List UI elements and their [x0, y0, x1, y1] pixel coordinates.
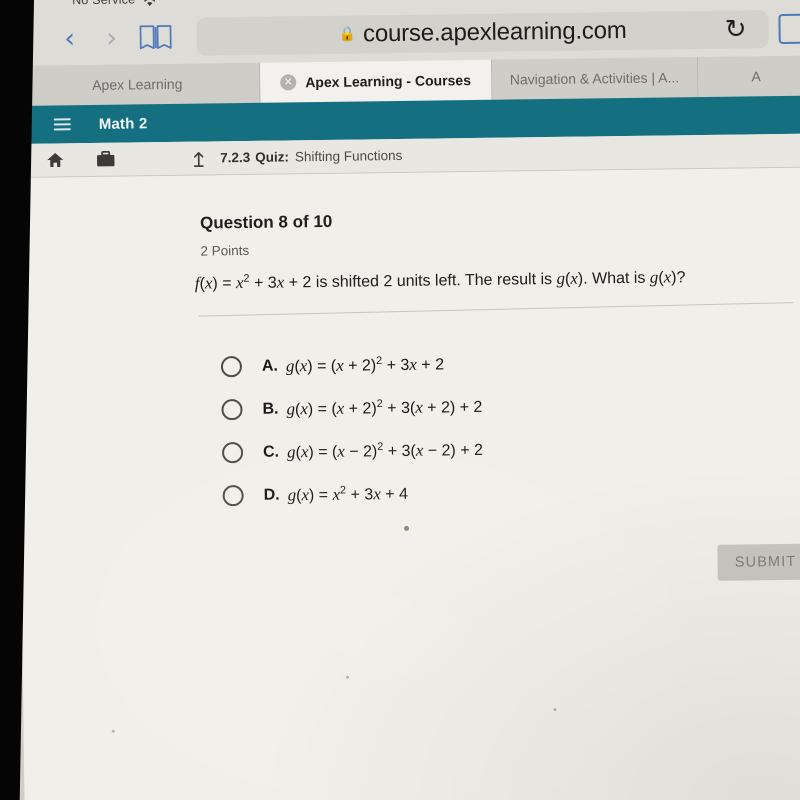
question-prompt: f(x) = x2 + 3x + 2 is shifted 2 units le…: [194, 267, 686, 293]
dust-speck: [111, 729, 115, 733]
choice-letter: A.: [261, 357, 279, 375]
choice-letter: D.: [263, 486, 280, 504]
back-button[interactable]: ‹: [48, 23, 90, 54]
browser-tab-3[interactable]: A: [697, 55, 800, 98]
answer-choice-list: A. g(x) = (x + 2)2 + 3x + 2 B. g(x) = (x…: [19, 337, 800, 519]
breadcrumb-number: 7.2.3: [220, 149, 251, 166]
dust-speck: [553, 707, 557, 712]
submit-button[interactable]: SUBMIT: [717, 543, 800, 581]
photographed-screen: No Service ‹ › 🔒: [0, 0, 800, 800]
tab-label: A: [751, 68, 761, 85]
choice-text: g(x) = x2 + 3x + 4: [287, 483, 409, 504]
reload-icon[interactable]: ↻: [725, 14, 747, 44]
radio-button[interactable]: [221, 442, 244, 464]
url-text: course.apexlearning.com: [362, 16, 627, 48]
breadcrumb-name: Shifting Functions: [294, 147, 403, 165]
choice-letter: C.: [262, 443, 280, 461]
radio-button[interactable]: [220, 356, 243, 378]
tablet-screen: No Service ‹ › 🔒: [11, 0, 800, 800]
briefcase-icon[interactable]: [94, 149, 116, 169]
browser-tab-0[interactable]: Apex Learning: [14, 62, 261, 106]
hamburger-menu-icon[interactable]: [53, 118, 71, 131]
radio-button[interactable]: [221, 399, 243, 421]
forward-button[interactable]: ›: [90, 22, 132, 53]
browser-tab-2[interactable]: Navigation & Activities | A...: [491, 57, 699, 100]
quiz-content: Question 8 of 10 2 Points f(x) = x2 + 3x…: [11, 167, 800, 800]
dust-speck: [404, 525, 410, 531]
arrow-up-icon[interactable]: [188, 148, 210, 168]
address-bar[interactable]: 🔒 course.apexlearning.com ↻: [196, 10, 769, 56]
home-icon[interactable]: [44, 150, 66, 170]
radio-button[interactable]: [222, 485, 244, 507]
tab-label: Apex Learning: [92, 75, 183, 93]
course-title: Math 2: [98, 114, 148, 133]
choice-text: g(x) = (x − 2)2 + 3(x − 2) + 2: [286, 440, 484, 461]
choice-text: g(x) = (x + 2)2 + 3x + 2: [285, 354, 445, 375]
dust-speck: [11, 198, 15, 202]
tab-label: Apex Learning - Courses: [305, 72, 472, 91]
answer-choice-d[interactable]: D. g(x) = x2 + 3x + 4: [20, 466, 800, 519]
bookmarks-button[interactable]: [132, 23, 178, 52]
carrier-label: No Service: [72, 0, 135, 7]
close-icon[interactable]: ✕: [280, 74, 297, 91]
choice-text: g(x) = (x + 2)2 + 3(x + 2) + 2: [286, 397, 483, 418]
dust-speck: [346, 675, 350, 679]
new-tab-button[interactable]: [778, 13, 800, 44]
breadcrumb-kind: Quiz:: [255, 149, 290, 165]
browser-tab-1[interactable]: ✕ Apex Learning - Courses: [260, 59, 493, 103]
tab-label: Navigation & Activities | A...: [509, 69, 680, 88]
section-divider: [198, 302, 794, 317]
lock-icon: 🔒: [338, 25, 357, 42]
points-label: 2 Points: [200, 242, 250, 259]
page-title: Question 8 of 10: [199, 211, 333, 233]
choice-letter: B.: [262, 400, 279, 418]
wifi-icon: [142, 0, 157, 7]
